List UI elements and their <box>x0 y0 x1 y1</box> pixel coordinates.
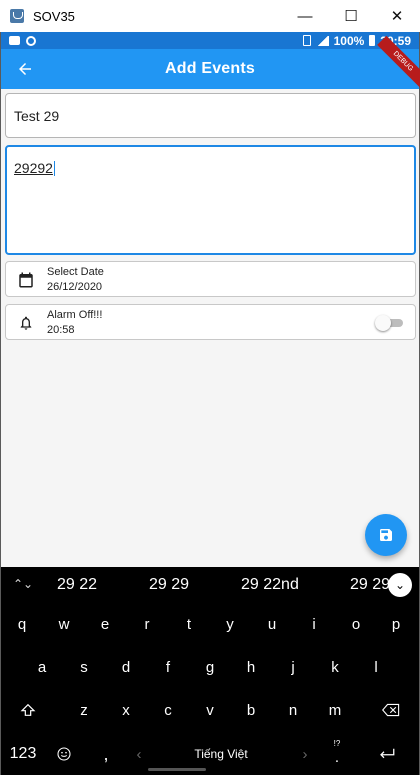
sync-icon <box>26 35 36 46</box>
arrow-left-icon <box>19 63 31 75</box>
title-field[interactable]: Test 29 <box>5 93 416 138</box>
key-r[interactable]: r <box>129 607 165 641</box>
suggestion-2[interactable]: 29 29 <box>149 576 189 594</box>
save-icon <box>380 529 392 541</box>
key-g[interactable]: g <box>192 650 228 684</box>
key-o[interactable]: o <box>338 607 374 641</box>
app-icon <box>10 9 24 23</box>
vibrate-icon <box>302 35 311 46</box>
minimize-button[interactable]: — <box>282 0 328 32</box>
key-v[interactable]: v <box>192 693 228 727</box>
key-k[interactable]: k <box>317 650 353 684</box>
space-indicator <box>148 768 206 771</box>
title-value: Test 29 <box>14 108 60 124</box>
form-area: Test 29 29292 Select Date 26/12/2020 Ala… <box>1 89 419 567</box>
backspace-icon <box>382 703 400 717</box>
key-w[interactable]: w <box>46 607 82 641</box>
toggle-thumb <box>375 315 391 331</box>
back-button[interactable] <box>11 55 39 83</box>
suggestion-bar: ⌃⌄ 29 22 29 29 29 22nd 29 29 ⌄ <box>1 567 419 603</box>
collapse-keyboard-icon[interactable]: ⌄ <box>388 573 412 597</box>
battery-icon <box>369 35 376 46</box>
emoji-icon <box>57 747 71 761</box>
soft-keyboard: ⌃⌄ 29 22 29 29 29 22nd 29 29 ⌄ q w e r t… <box>1 567 419 775</box>
suggestion-4[interactable]: 29 29 <box>350 576 390 594</box>
app-bar: Add Events DEBUG <box>1 35 420 89</box>
text-caret <box>53 161 55 176</box>
key-h[interactable]: h <box>233 650 269 684</box>
period-label: . <box>334 749 340 766</box>
expand-icon[interactable]: ⌃⌄ <box>13 577 33 591</box>
signal-icon <box>315 35 329 46</box>
battery-percent: 100% <box>333 33 365 48</box>
key-a[interactable]: a <box>24 650 60 684</box>
description-value: 29292 <box>14 160 55 176</box>
comma-key[interactable]: , <box>88 737 124 771</box>
close-button[interactable]: ✕ <box>374 0 420 32</box>
key-s[interactable]: s <box>66 650 102 684</box>
date-label: Select Date <box>47 266 104 278</box>
window-title: SOV35 <box>33 8 75 24</box>
alarm-toggle[interactable] <box>375 315 405 331</box>
enter-icon <box>380 748 395 759</box>
page-title: Add Events <box>164 60 255 77</box>
key-j[interactable]: j <box>275 650 311 684</box>
backspace-key[interactable] <box>373 693 409 727</box>
cursor-right-icon[interactable]: › <box>287 737 323 771</box>
suggestion-1[interactable]: 29 22 <box>57 576 97 594</box>
key-u[interactable]: u <box>254 607 290 641</box>
key-e[interactable]: e <box>87 607 123 641</box>
key-t[interactable]: t <box>171 607 207 641</box>
calendar-icon <box>16 270 36 290</box>
alarm-label: Alarm Off!!! <box>47 309 103 321</box>
key-d[interactable]: d <box>108 650 144 684</box>
select-date-row[interactable]: Select Date 26/12/2020 <box>5 261 416 297</box>
alarm-row[interactable]: Alarm Off!!! 20:58 <box>5 304 416 340</box>
window-controls: — ☐ ✕ <box>282 0 420 32</box>
enter-key[interactable] <box>369 737 405 771</box>
bell-icon <box>16 313 36 333</box>
key-q[interactable]: q <box>4 607 40 641</box>
status-bar: 100% 20:59 <box>1 32 419 49</box>
maximize-button[interactable]: ☐ <box>328 0 374 32</box>
key-m[interactable]: m <box>317 693 353 727</box>
key-c[interactable]: c <box>150 693 186 727</box>
alarm-time: 20:58 <box>47 324 75 336</box>
key-f[interactable]: f <box>150 650 186 684</box>
numbers-key[interactable]: 123 <box>3 737 43 771</box>
space-key[interactable]: Tiếng Việt <box>146 737 296 771</box>
key-i[interactable]: i <box>296 607 332 641</box>
key-y[interactable]: y <box>212 607 248 641</box>
period-key[interactable]: !? . <box>319 737 355 771</box>
description-field[interactable]: 29292 <box>5 145 416 255</box>
shift-icon <box>20 703 36 716</box>
notification-icon <box>9 36 20 45</box>
key-z[interactable]: z <box>66 693 102 727</box>
key-x[interactable]: x <box>108 693 144 727</box>
date-value: 26/12/2020 <box>47 281 103 293</box>
shift-key[interactable] <box>10 693 46 727</box>
window-title-bar: SOV35 — ☐ ✕ <box>0 0 420 32</box>
key-b[interactable]: b <box>233 693 269 727</box>
key-p[interactable]: p <box>378 607 414 641</box>
save-button[interactable] <box>365 514 407 556</box>
period-alt-label: !? <box>333 739 341 748</box>
suggestion-3[interactable]: 29 22nd <box>241 576 299 594</box>
key-l[interactable]: l <box>358 650 394 684</box>
key-n[interactable]: n <box>275 693 311 727</box>
emoji-key[interactable] <box>46 737 82 771</box>
